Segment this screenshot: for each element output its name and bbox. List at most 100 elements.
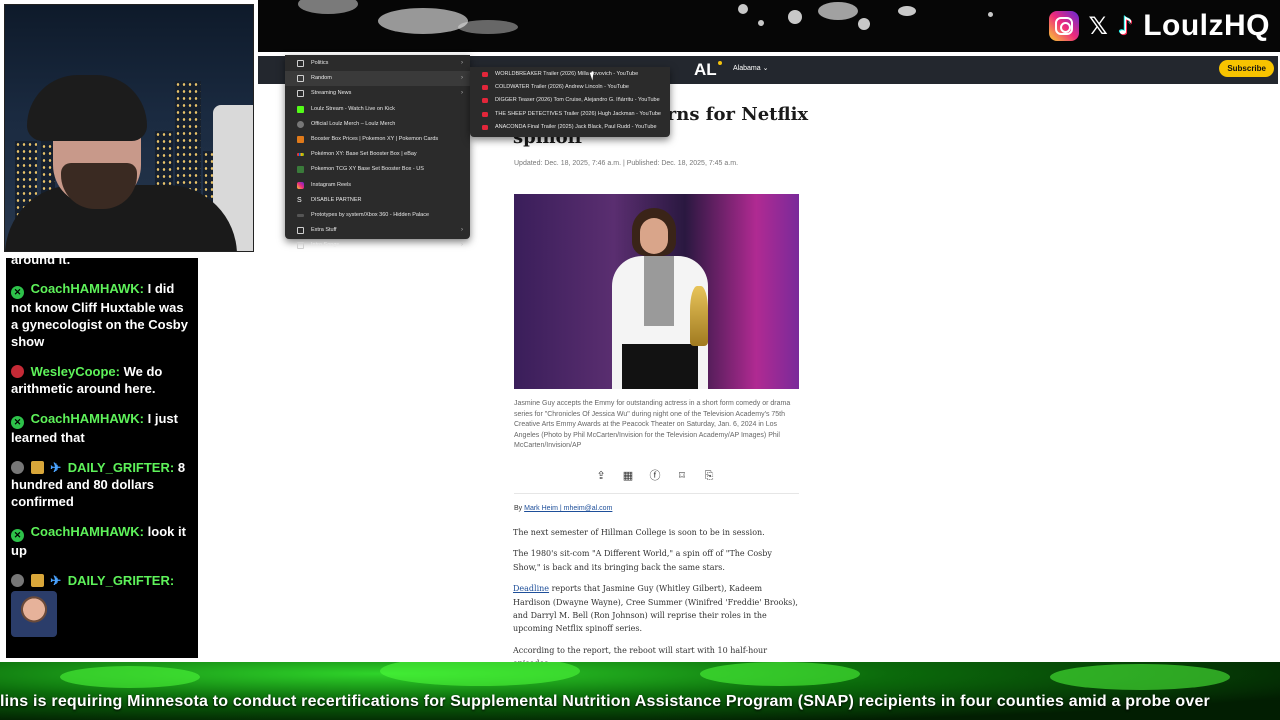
divider (514, 493, 799, 494)
share-icon[interactable]: ⇪ (594, 469, 608, 483)
chevron-right-icon: › (461, 242, 463, 249)
ticker-text: lins is requiring Minnesota to conduct r… (0, 693, 1210, 710)
subscriber-badge-icon (30, 574, 44, 587)
social-handles: 𝕏 ♪ LoulzHQ (1048, 8, 1270, 44)
chat-username: CoachHAMHAWK: (30, 281, 145, 296)
byline: By Mark Heim | mheim@al.com (514, 505, 612, 512)
bookmark-disable-partner[interactable]: S DISABLE PARTNER (285, 193, 470, 208)
instagram-icon (297, 181, 304, 189)
bookmarks-submenu: WORLDBREAKER Trailer (2026) Milla Jovovi… (470, 67, 670, 137)
facebook-icon[interactable]: ⓕ (648, 469, 662, 483)
chevron-right-icon: › (461, 227, 463, 234)
tcg-icon (297, 166, 304, 174)
submenu-item[interactable]: DIGGER Teaser (2026) Tom Cruise, Alejand… (470, 94, 670, 107)
submenu-label: WORLDBREAKER Trailer (2026) Milla Jovovi… (495, 71, 639, 77)
chevron-right-icon: › (461, 90, 463, 97)
bookmark-folder-politics[interactable]: Politics › (285, 56, 470, 71)
site-logo-text: AL (694, 60, 717, 79)
submenu-label: DIGGER Teaser (2026) Tom Cruise, Alejand… (495, 97, 660, 104)
chat-username: DAILY_GRIFTER: (67, 573, 175, 588)
bookmark-folder-streaming-news[interactable]: Streaming News › (285, 86, 470, 101)
bookmark-merch[interactable]: Official Loulz Merch – Loulz Merch (285, 117, 470, 132)
region-label: Alabama (733, 65, 761, 72)
submenu-item[interactable]: THE SHEEP DETECTIVES Trailer (2026) Hugh… (470, 108, 670, 121)
moderator-badge-icon: ✕ (11, 286, 24, 299)
chat-message: ✕ CoachHAMHAWK: I just learned that (11, 410, 193, 446)
article-photo (514, 194, 799, 389)
bookmark-label: Random (311, 75, 332, 82)
byline-prefix: By (514, 505, 523, 512)
emote-image (11, 591, 57, 637)
bookmark-hidden-palace[interactable]: Prototypes by system/Xbox 360 - Hidden P… (285, 208, 470, 223)
bookmark-pricecharting[interactable]: Booster Box Prices | Pokemon XY | Pokemo… (285, 132, 470, 147)
youtube-icon (482, 124, 488, 130)
youtube-icon (482, 72, 488, 77)
avatar-badge-icon (11, 574, 24, 587)
s-icon: S (297, 196, 302, 204)
youtube-icon (482, 85, 488, 91)
region-selector[interactable]: Alabama ⌄ (733, 64, 768, 72)
subscribe-button[interactable]: Subscribe (1219, 60, 1274, 77)
sword-badge-icon: ✈ (50, 460, 62, 475)
chevron-down-icon: ⌄ (762, 65, 769, 72)
bookmark-label: Pokémon XY: Base Set Booster Box | eBay (311, 151, 417, 158)
sword-badge-icon: ✈ (50, 573, 62, 588)
chat-message: ✈ DAILY_GRIFTER: (11, 572, 193, 637)
submenu-item[interactable]: WORLDBREAKER Trailer (2026) Milla Jovovi… (470, 68, 670, 81)
bookmark-label: Politics (311, 60, 329, 66)
bookmark-folder-extra-stuff[interactable]: Extra Stuff › (285, 223, 470, 238)
submenu-item[interactable]: COLDWATER Trailer (2026) Andrew Lincoln … (470, 81, 670, 94)
bookmark-tcg[interactable]: Pokemon TCG XY Base Set Booster Box - US (285, 162, 470, 177)
bookmark-label: Booster Box Prices | Pokemon XY | Pokemo… (311, 135, 439, 142)
youtube-icon (482, 111, 488, 117)
news-ticker: lins is requiring Minnesota to conduct r… (0, 662, 1280, 720)
chat-panel: around it. ✕ CoachHAMHAWK: I did not kno… (4, 256, 200, 660)
bookmark-folder-intro-songs[interactable]: Intro Songs › (285, 238, 470, 253)
pricecharting-icon (297, 135, 304, 143)
moderator-badge-icon: ✕ (11, 416, 24, 429)
folder-icon (297, 227, 304, 235)
chat-message: ✕ CoachHAMHAWK: look it up (11, 523, 193, 559)
chevron-right-icon: › (461, 75, 463, 82)
chat-username: CoachHAMHAWK: (30, 411, 145, 426)
paragraph: The 1980's sit-com "A Different World," … (513, 549, 772, 572)
bookmark-instagram-reels[interactable]: Instagram Reels (285, 178, 470, 193)
chat-username: DAILY_GRIFTER: (67, 460, 175, 475)
top-banner: 𝕏 ♪ LoulzHQ (258, 0, 1280, 52)
chat-message: WesleyCoope: We do arithmetic around her… (11, 363, 193, 397)
article-timestamp: Updated: Dec. 18, 2025, 7:46 a.m. | Publ… (514, 160, 739, 167)
share-toolbar: ⇪ ▦ ⓕ ⌑ ⎘ (594, 469, 716, 483)
folder-icon (297, 75, 304, 83)
submenu-label: THE SHEEP DETECTIVES Trailer (2026) Hugh… (495, 110, 661, 117)
bookmark-label: Loulz Stream - Watch Live on Kick (311, 105, 395, 112)
hiddenpalace-icon (297, 213, 304, 217)
gift-icon[interactable]: ▦ (621, 469, 635, 483)
site-logo[interactable]: AL (694, 60, 722, 80)
bookmark-icon[interactable]: ⌑ (675, 469, 689, 483)
caption-text: Jasmine Guy accepts the Emmy for outstan… (514, 400, 791, 439)
ebay-icon (297, 153, 304, 157)
avatar-badge-icon (11, 461, 24, 474)
chat-partial-message: around it. (11, 256, 71, 267)
submenu-item[interactable]: ANACONDA Final Trailer (2025) Jack Black… (470, 121, 670, 134)
instagram-icon (1048, 11, 1079, 41)
bookmark-label: Streaming News (311, 90, 352, 97)
deadline-link[interactable]: Deadline (513, 584, 549, 593)
bookmarks-icon[interactable]: ⎘ (702, 469, 716, 483)
tiktok-icon: ♪ (1117, 12, 1134, 40)
bookmark-kick[interactable]: Loulz Stream - Watch Live on Kick (285, 102, 470, 117)
bookmark-folder-random[interactable]: Random › (285, 71, 470, 87)
chat-message: ✕ CoachHAMHAWK: I did not know Cliff Hux… (11, 280, 193, 350)
social-handle: LoulzHQ (1143, 9, 1270, 42)
paragraph-text: reports that Jasmine Guy (Whitley Gilber… (513, 584, 798, 634)
paragraph: Deadline reports that Jasmine Guy (Whitl… (513, 582, 798, 636)
submenu-label: COLDWATER Trailer (2026) Andrew Lincoln … (495, 84, 629, 91)
bookmark-label: Prototypes by system/Xbox 360 - Hidden P… (311, 211, 430, 218)
subscriber-badge-icon (30, 461, 44, 474)
bookmark-label: Intro Songs (311, 242, 340, 249)
article-body: The next semester of Hillman College is … (513, 526, 798, 679)
photo-caption: Jasmine Guy accepts the Emmy for outstan… (514, 399, 799, 452)
author-link[interactable]: Mark Heim | mheim@al.com (524, 505, 612, 512)
bookmark-ebay[interactable]: Pokémon XY: Base Set Booster Box | eBay (285, 147, 470, 162)
kick-icon (297, 105, 304, 113)
